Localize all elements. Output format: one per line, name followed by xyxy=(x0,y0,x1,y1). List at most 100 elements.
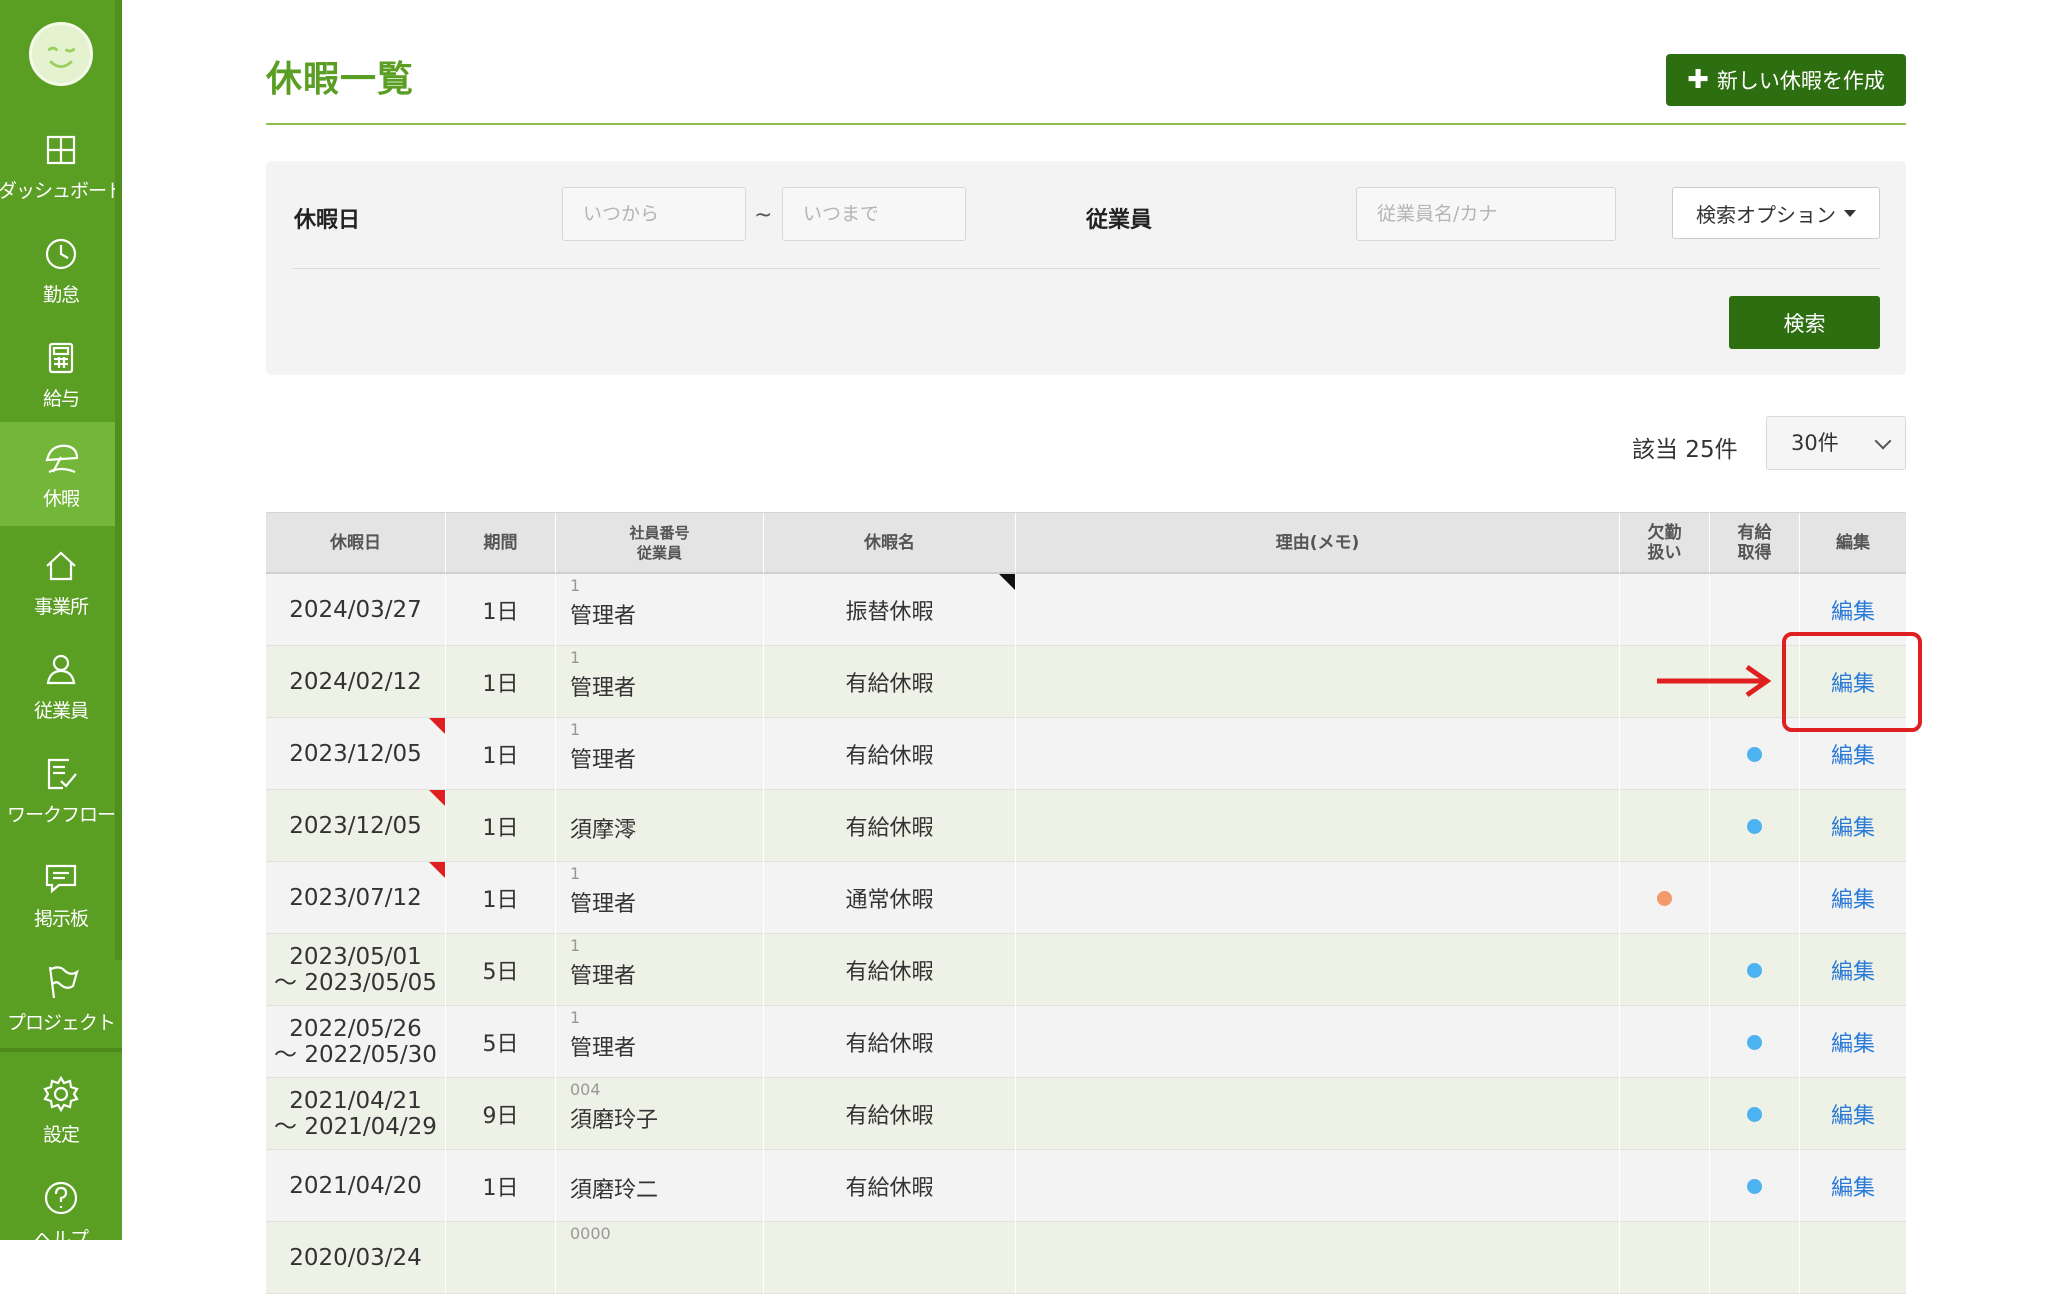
paid-cell xyxy=(1710,1006,1800,1078)
paid-cell xyxy=(1710,1078,1800,1150)
result-count: 該当 25件 xyxy=(1632,437,1738,463)
absence-cell xyxy=(1620,862,1710,934)
sidebar-item-payroll[interactable]: 給与 xyxy=(0,322,122,426)
absence-cell xyxy=(1620,790,1710,862)
employee-cell: 1 管理者 xyxy=(556,718,764,790)
date-to-input[interactable]: いつまで xyxy=(782,187,966,241)
employee-name: 須磨玲子 xyxy=(570,1108,659,1133)
edit-link[interactable]: 編集 xyxy=(1831,594,1875,626)
create-leave-button[interactable]: ✚ 新しい休暇を作成 xyxy=(1666,54,1906,106)
employee-number: 1 xyxy=(570,720,581,739)
sidebar-item-attendance[interactable]: 勤怠 xyxy=(0,218,122,322)
table-row[interactable]: 2021/04/20 1日 須磨玲二 有給休暇 編集 xyxy=(266,1150,1906,1222)
days-cell: 1日 xyxy=(446,862,556,934)
days-cell: 1日 xyxy=(446,718,556,790)
sidebar-item-label: プロジェクト xyxy=(6,1011,116,1034)
search-options-label: 検索オプション xyxy=(1696,202,1836,227)
sidebar-item-workflow[interactable]: ワークフロー xyxy=(0,738,122,842)
leave-date-cell: 2023/05/01 ～ 2023/05/05 xyxy=(266,934,446,1006)
days-cell xyxy=(446,1222,556,1294)
leave-date-cell: 2023/07/12 xyxy=(266,862,446,934)
col-header-absence-line1: 欠勤 xyxy=(1647,523,1682,543)
employee-number: 1 xyxy=(570,864,581,883)
employee-number: 1 xyxy=(570,1008,581,1027)
umbrella-icon xyxy=(41,438,81,478)
col-header-days[interactable]: 期間 xyxy=(446,513,556,573)
edit-link[interactable]: 編集 xyxy=(1831,882,1875,914)
leave-type: 振替休暇 xyxy=(845,600,934,625)
edit-link[interactable]: 編集 xyxy=(1831,1026,1875,1058)
table-row[interactable]: 2024/03/27 1日 1 管理者 振替休暇 編集 xyxy=(266,574,1906,646)
leave-date-label: 休暇日 xyxy=(294,208,361,233)
memo-cell xyxy=(1016,646,1620,718)
table-header: 休暇日 期間 社員番号 従業員 休暇名 理由(メモ) 欠勤 扱い 有給 取得 編… xyxy=(266,512,1906,574)
leave-date-start: 2023/12/05 xyxy=(289,741,422,767)
table-row[interactable]: 2023/07/12 1日 1 管理者 通常休暇 編集 xyxy=(266,862,1906,934)
employee-search-input[interactable]: 従業員名/カナ xyxy=(1356,187,1616,241)
sidebar-item-employees[interactable]: 従業員 xyxy=(0,634,122,738)
leave-date-start: 2024/03/27 xyxy=(289,597,422,623)
per-page-select[interactable]: 30件 xyxy=(1766,416,1906,470)
flag-icon xyxy=(41,962,81,1002)
col-header-absence-line2: 扱い xyxy=(1647,543,1682,563)
edit-link[interactable]: 編集 xyxy=(1831,1098,1875,1130)
leave-type-cell: 有給休暇 xyxy=(764,1150,1016,1222)
table-row[interactable]: 2023/12/05 1日 須摩澪 有給休暇 編集 xyxy=(266,790,1906,862)
table-row[interactable]: 2021/04/21 ～ 2021/04/29 9日 004 須磨玲子 有給休暇 編集 xyxy=(266,1078,1906,1150)
date-from-input[interactable]: いつから xyxy=(562,187,746,241)
edit-link[interactable]: 編集 xyxy=(1831,738,1875,770)
leave-date-cell: 2023/12/05 xyxy=(266,718,446,790)
employee-name: 管理者 xyxy=(570,1036,637,1061)
leave-date-start: 2023/05/01 xyxy=(289,944,422,970)
employee-label: 従業員 xyxy=(1086,208,1153,233)
col-header-absence: 欠勤 扱い xyxy=(1620,513,1710,573)
employee-cell: 須摩澪 xyxy=(556,790,764,862)
paid-cell xyxy=(1710,1150,1800,1222)
edit-link[interactable]: 編集 xyxy=(1831,1170,1875,1202)
search-options-dropdown[interactable]: 検索オプション xyxy=(1672,187,1880,239)
leave-type: 通常休暇 xyxy=(845,888,934,913)
col-header-employee[interactable]: 社員番号 従業員 xyxy=(556,513,764,573)
search-button[interactable]: 検索 xyxy=(1729,296,1880,349)
create-leave-label: 新しい休暇を作成 xyxy=(1716,69,1885,93)
table-row[interactable]: 2022/05/26 ～ 2022/05/30 5日 1 管理者 有給休暇 編集 xyxy=(266,1006,1906,1078)
paid-dot xyxy=(1747,1034,1762,1050)
table-row[interactable]: 2020/03/24 0000 xyxy=(266,1222,1906,1294)
employee-number: 1 xyxy=(570,648,581,667)
leave-type: 有給休暇 xyxy=(845,744,934,769)
col-header-date[interactable]: 休暇日 xyxy=(266,513,446,573)
sidebar-scrollbar[interactable] xyxy=(115,0,122,960)
memo-cell xyxy=(1016,790,1620,862)
memo-cell xyxy=(1016,862,1620,934)
paid-cell xyxy=(1710,934,1800,1006)
days-cell: 5日 xyxy=(446,934,556,1006)
employee-number: 004 xyxy=(570,1080,601,1099)
sidebar-item-office[interactable]: 事業所 xyxy=(0,530,122,634)
sidebar-item-dashboard[interactable]: ダッシュボード xyxy=(0,114,125,218)
absence-cell xyxy=(1620,1150,1710,1222)
leave-date-start: 2022/05/26 xyxy=(289,1016,422,1042)
edit-link[interactable]: 編集 xyxy=(1831,954,1875,986)
days-cell: 5日 xyxy=(446,1006,556,1078)
sidebar-item-help[interactable]: ヘルプ xyxy=(0,1162,122,1266)
leave-type: 有給休暇 xyxy=(845,816,934,841)
sidebar-item-label: 給与 xyxy=(42,387,80,410)
employee-name: 管理者 xyxy=(570,748,637,773)
col-header-type[interactable]: 休暇名 xyxy=(764,513,1016,573)
table-row[interactable]: 2023/05/01 ～ 2023/05/05 5日 1 管理者 有給休暇 編集 xyxy=(266,934,1906,1006)
leave-type-cell: 有給休暇 xyxy=(764,790,1016,862)
days-cell: 1日 xyxy=(446,1150,556,1222)
col-header-memo: 理由(メモ) xyxy=(1016,513,1620,573)
sidebar-item-settings[interactable]: 設定 xyxy=(0,1058,122,1162)
edit-cell: 編集 xyxy=(1800,790,1906,862)
memo-cell xyxy=(1016,1150,1620,1222)
sidebar-item-board[interactable]: 掲示板 xyxy=(0,842,122,946)
edit-link[interactable]: 編集 xyxy=(1831,810,1875,842)
table-row[interactable]: 2023/12/05 1日 1 管理者 有給休暇 編集 xyxy=(266,718,1906,790)
app-logo[interactable] xyxy=(29,22,93,86)
leave-date-cell: 2024/03/27 xyxy=(266,574,446,646)
sidebar-item-leave[interactable]: 休暇 xyxy=(0,422,122,526)
sidebar-item-project[interactable]: プロジェクト xyxy=(0,946,122,1050)
edit-cell: 編集 xyxy=(1800,862,1906,934)
sidebar-item-label: 掲示板 xyxy=(33,907,89,930)
